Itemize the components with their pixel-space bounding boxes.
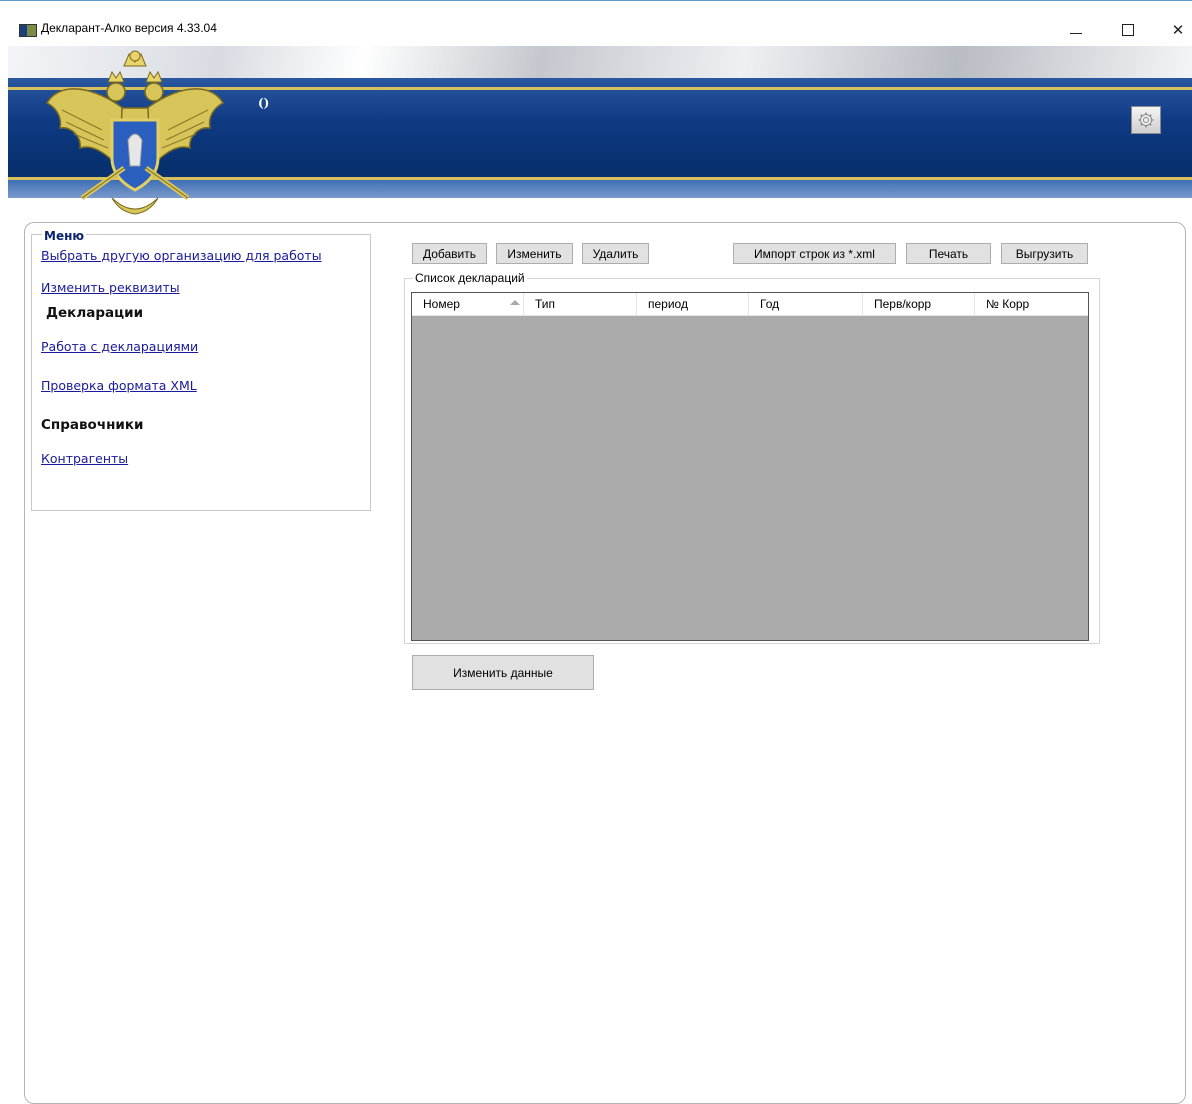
column-header-number[interactable]: Номер (412, 293, 524, 315)
header-banner: () (8, 44, 1192, 215)
menu-link-contractors[interactable]: Контрагенты (41, 451, 128, 466)
maximize-icon[interactable] (1108, 15, 1148, 45)
close-icon[interactable]: ✕ (1158, 15, 1192, 45)
window-titlebar: Декларант-Алко версия 4.33.04 ✕ (0, 0, 1192, 45)
column-header-first-corr[interactable]: Перв/корр (863, 293, 975, 315)
menu-link-check-xml-format[interactable]: Проверка формата XML (41, 378, 197, 393)
change-data-button[interactable]: Изменить данные (412, 655, 594, 690)
minimize-icon[interactable] (1056, 15, 1096, 45)
settings-button[interactable] (1131, 106, 1161, 134)
menu-panel: Меню Выбрать другую организацию для рабо… (31, 229, 371, 511)
delete-button[interactable]: Удалить (582, 243, 649, 264)
double-headed-eagle-emblem (45, 50, 225, 215)
import-xml-button[interactable]: Импорт строк из *.xml (733, 243, 896, 264)
declarations-grid[interactable]: Номер Тип период Год Перв/корр № Корр (411, 292, 1089, 641)
declarations-group-label: Список деклараций (413, 271, 527, 285)
window-title: Декларант-Алко версия 4.33.04 (41, 21, 217, 35)
menu-heading-declarations: Декларации (46, 305, 144, 321)
gear-icon (1138, 112, 1154, 128)
menu-title: Меню (42, 229, 87, 243)
column-header-corr-number[interactable]: № Корр (975, 293, 1088, 315)
column-header-type[interactable]: Тип (524, 293, 637, 315)
edit-button[interactable]: Изменить (496, 243, 573, 264)
add-button[interactable]: Добавить (412, 243, 487, 264)
print-button[interactable]: Печать (906, 243, 991, 264)
grid-header: Номер Тип период Год Перв/корр № Корр (412, 293, 1088, 316)
menu-link-change-organization[interactable]: Выбрать другую организацию для работы (41, 248, 322, 263)
menu-link-work-with-declarations[interactable]: Работа с декларациями (41, 339, 198, 354)
app-icon (19, 24, 37, 37)
export-button[interactable]: Выгрузить (1001, 243, 1088, 264)
menu-link-edit-requisites[interactable]: Изменить реквизиты (41, 280, 180, 295)
column-header-period[interactable]: период (637, 293, 749, 315)
sort-ascending-icon (510, 300, 520, 305)
organization-name: () (258, 96, 270, 110)
menu-heading-references: Справочники (41, 417, 144, 433)
column-header-year[interactable]: Год (749, 293, 863, 315)
